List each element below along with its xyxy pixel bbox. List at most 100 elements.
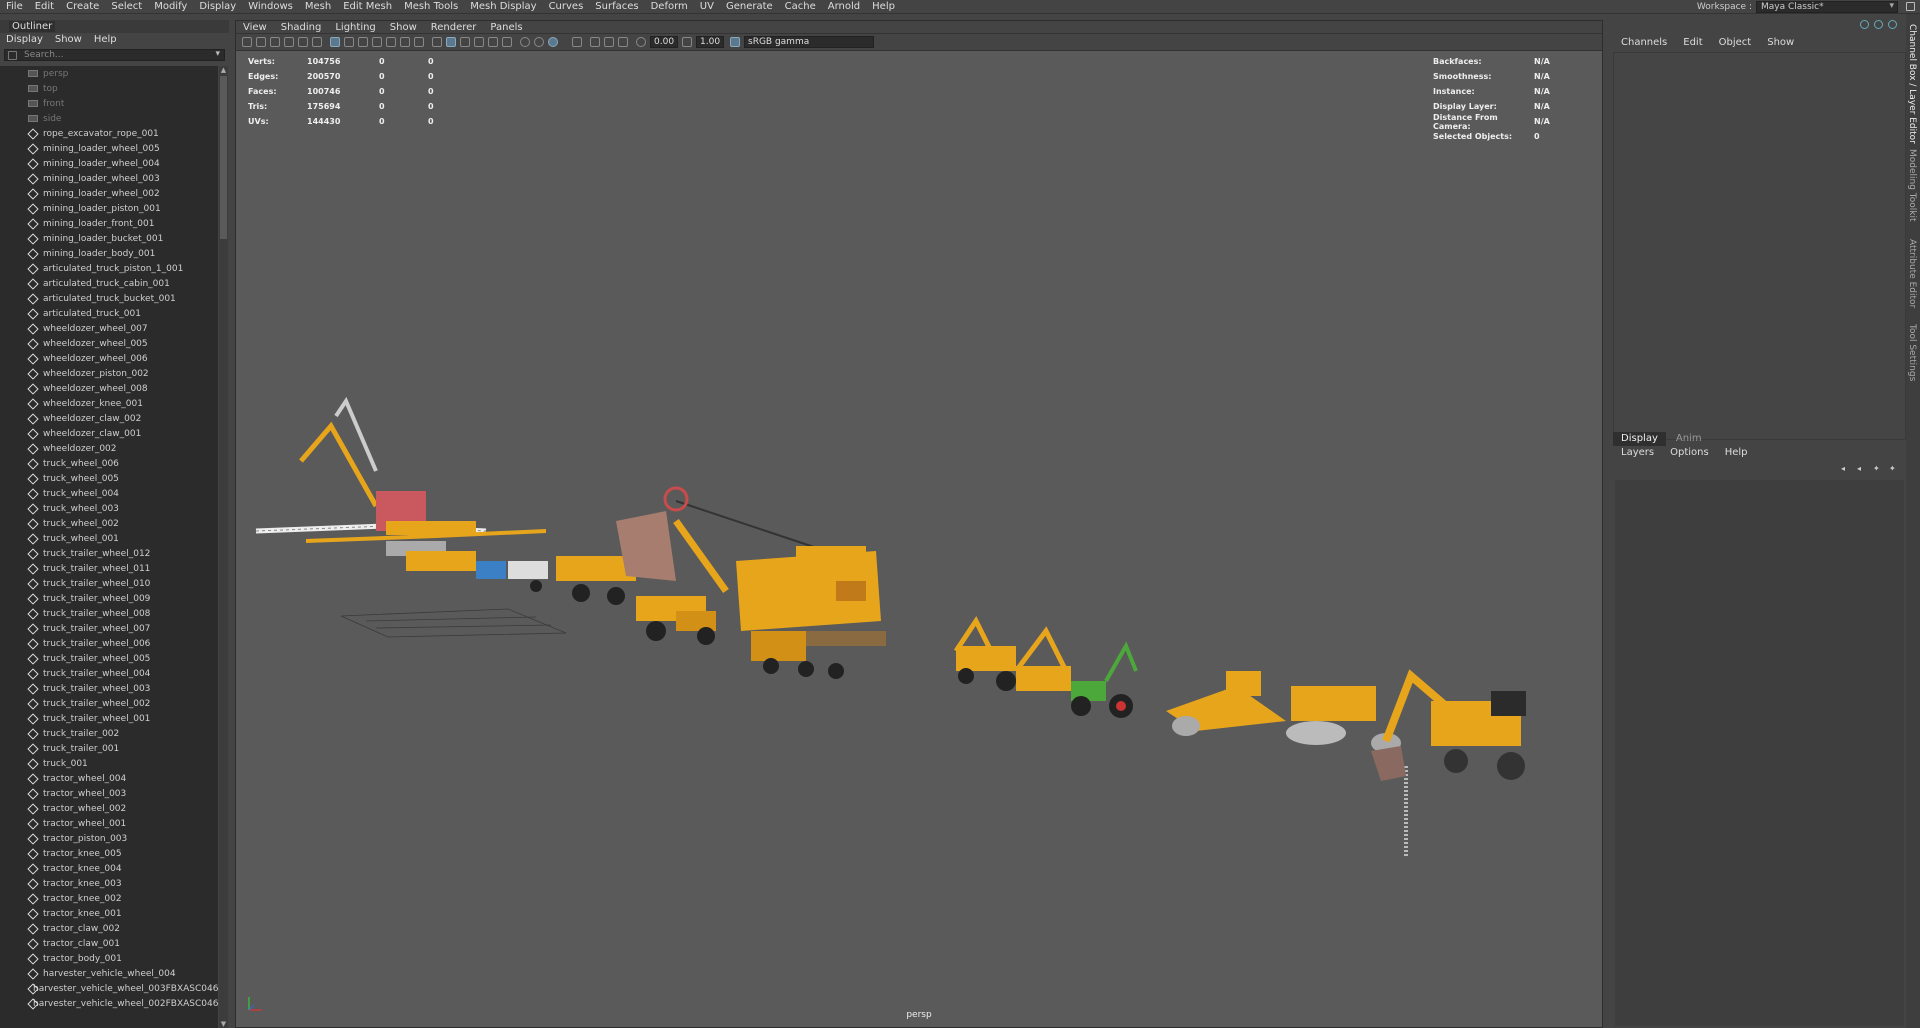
camera-attributes-icon[interactable] [256,37,266,47]
outliner-item[interactable]: mining_loader_front_001 [0,216,218,231]
layer-list[interactable] [1615,480,1904,1026]
outliner-item[interactable]: truck_trailer_wheel_003 [0,681,218,696]
outliner-item[interactable]: tractor_knee_002 [0,891,218,906]
outliner-item[interactable]: tractor_wheel_004 [0,771,218,786]
outliner-item[interactable]: front [0,96,218,111]
outliner-item[interactable]: truck_trailer_wheel_010 [0,576,218,591]
viewport-menu-lighting[interactable]: Lighting [328,21,382,33]
menu-modify[interactable]: Modify [148,0,193,14]
outliner-item[interactable]: mining_loader_wheel_002 [0,186,218,201]
new-layer-selected-icon[interactable]: ✦ [1889,464,1900,473]
outliner-item[interactable]: truck_trailer_002 [0,726,218,741]
menu-display[interactable]: Display [193,0,242,14]
outliner-item[interactable]: articulated_truck_bucket_001 [0,291,218,306]
outliner-item[interactable]: tractor_claw_002 [0,921,218,936]
outliner-item[interactable]: truck_wheel_002 [0,516,218,531]
outliner-item[interactable]: wheeldozer_wheel_006 [0,351,218,366]
outliner-item[interactable]: wheeldozer_wheel_005 [0,336,218,351]
menu-uv[interactable]: UV [694,0,720,14]
tab-tool-settings[interactable]: Tool Settings [1907,324,1917,381]
outliner-item[interactable]: wheeldozer_wheel_008 [0,381,218,396]
outliner-item[interactable]: wheeldozer_knee_001 [0,396,218,411]
layer-menu-options[interactable]: Options [1662,447,1717,458]
menu-file[interactable]: File [0,0,29,14]
view-transform-dropdown[interactable]: sRGB gamma [744,36,874,48]
road-machines-models[interactable] [1166,671,1401,753]
outliner-item[interactable]: tractor_piston_003 [0,831,218,846]
select-camera-icon[interactable] [242,37,252,47]
isolate-select-icon[interactable] [572,37,582,47]
wireframe-icon[interactable] [432,37,442,47]
excavator-model[interactable] [1371,669,1526,856]
outliner-item[interactable]: truck_trailer_001 [0,741,218,756]
channel-box-menu-show[interactable]: Show [1759,37,1802,48]
outliner-item[interactable]: wheeldozer_claw_002 [0,411,218,426]
outliner-item[interactable]: wheeldozer_002 [0,441,218,456]
outliner-item[interactable]: wheeldozer_claw_001 [0,426,218,441]
outliner-item[interactable]: wheeldozer_wheel_007 [0,321,218,336]
tab-display[interactable]: Display [1613,432,1666,446]
layer-menu-layers[interactable]: Layers [1613,447,1662,458]
modeling-toolkit-icon[interactable] [1860,20,1869,29]
outliner-item[interactable]: mining_loader_wheel_004 [0,156,218,171]
outliner-item[interactable]: truck_trailer_wheel_011 [0,561,218,576]
outliner-item[interactable]: harvester_vehicle_wheel_004 [0,966,218,981]
menu-surfaces[interactable]: Surfaces [589,0,644,14]
outliner-item[interactable]: harvester_vehicle_wheel_002FBXASC046001 [0,996,218,1011]
lock-icon[interactable] [1906,2,1915,11]
outliner-item[interactable]: truck_trailer_wheel_006 [0,636,218,651]
shadows-icon[interactable] [520,37,530,47]
channel-box-area[interactable] [1613,52,1906,440]
channel-box-menu-channels[interactable]: Channels [1613,37,1675,48]
scene-render[interactable] [236,21,1602,1027]
outliner-item[interactable]: truck_trailer_wheel_009 [0,591,218,606]
outliner-menu-show[interactable]: Show [49,34,88,46]
outliner-scrollbar[interactable]: ▲ ▼ [219,66,228,1028]
exposure-field[interactable]: 0.00 [650,36,678,48]
new-layer-icon[interactable]: ✦ [1873,464,1884,473]
outliner-item[interactable]: mining_loader_piston_001 [0,201,218,216]
outliner-item[interactable]: truck_trailer_wheel_002 [0,696,218,711]
outliner-item[interactable]: truck_trailer_wheel_005 [0,651,218,666]
menu-mesh-display[interactable]: Mesh Display [464,0,542,14]
move-layer-down-icon[interactable]: ◂ [1857,464,1868,473]
menu-mesh-tools[interactable]: Mesh Tools [398,0,464,14]
outliner-search-input[interactable]: Search... ▾ [4,49,225,61]
color-management-icon[interactable] [730,37,740,47]
image-plane-icon[interactable] [284,37,294,47]
outliner-item[interactable]: persp [0,66,218,81]
tab-anim[interactable]: Anim [1668,432,1710,446]
outliner-item[interactable]: tractor_wheel_003 [0,786,218,801]
scroll-thumb[interactable] [220,76,227,239]
attribute-editor-icon[interactable] [1874,20,1883,29]
outliner-item[interactable]: harvester_vehicle_wheel_003FBXASC046001 [0,981,218,996]
smooth-shade-icon[interactable] [446,37,456,47]
outliner-item[interactable]: mining_loader_body_001 [0,246,218,261]
outliner-item[interactable]: truck_trailer_wheel_007 [0,621,218,636]
outliner-item[interactable]: rope_excavator_rope_001 [0,126,218,141]
wireframe-on-shaded-icon[interactable] [474,37,484,47]
film-gate-icon[interactable] [344,37,354,47]
bookmark-icon[interactable] [270,37,280,47]
chevron-down-icon[interactable]: ▾ [215,49,220,59]
xray-components-icon[interactable] [618,37,628,47]
outliner-item[interactable]: wheeldozer_piston_002 [0,366,218,381]
default-material-icon[interactable] [460,37,470,47]
layer-menu-help[interactable]: Help [1717,447,1756,458]
menu-arnold[interactable]: Arnold [822,0,866,14]
menu-select[interactable]: Select [105,0,148,14]
rope-excavator-model[interactable] [255,396,547,556]
xray-joints-icon[interactable] [604,37,614,47]
outliner-menu-help[interactable]: Help [88,34,123,46]
outliner-item[interactable]: truck_wheel_004 [0,486,218,501]
scroll-down-icon[interactable]: ▼ [219,1020,228,1028]
outliner-item[interactable]: truck_trailer_wheel_001 [0,711,218,726]
safe-action-icon[interactable] [400,37,410,47]
viewport-panel[interactable]: View Shading Lighting Show Renderer Panels 0.… [235,20,1603,1028]
outliner-item[interactable]: tractor_knee_003 [0,876,218,891]
outliner-item[interactable]: tractor_wheel_002 [0,801,218,816]
outliner-item[interactable]: articulated_truck_piston_1_001 [0,261,218,276]
menu-mesh[interactable]: Mesh [299,0,337,14]
channel-box-icon[interactable] [1888,20,1897,29]
viewport-menu-renderer[interactable]: Renderer [424,21,484,33]
